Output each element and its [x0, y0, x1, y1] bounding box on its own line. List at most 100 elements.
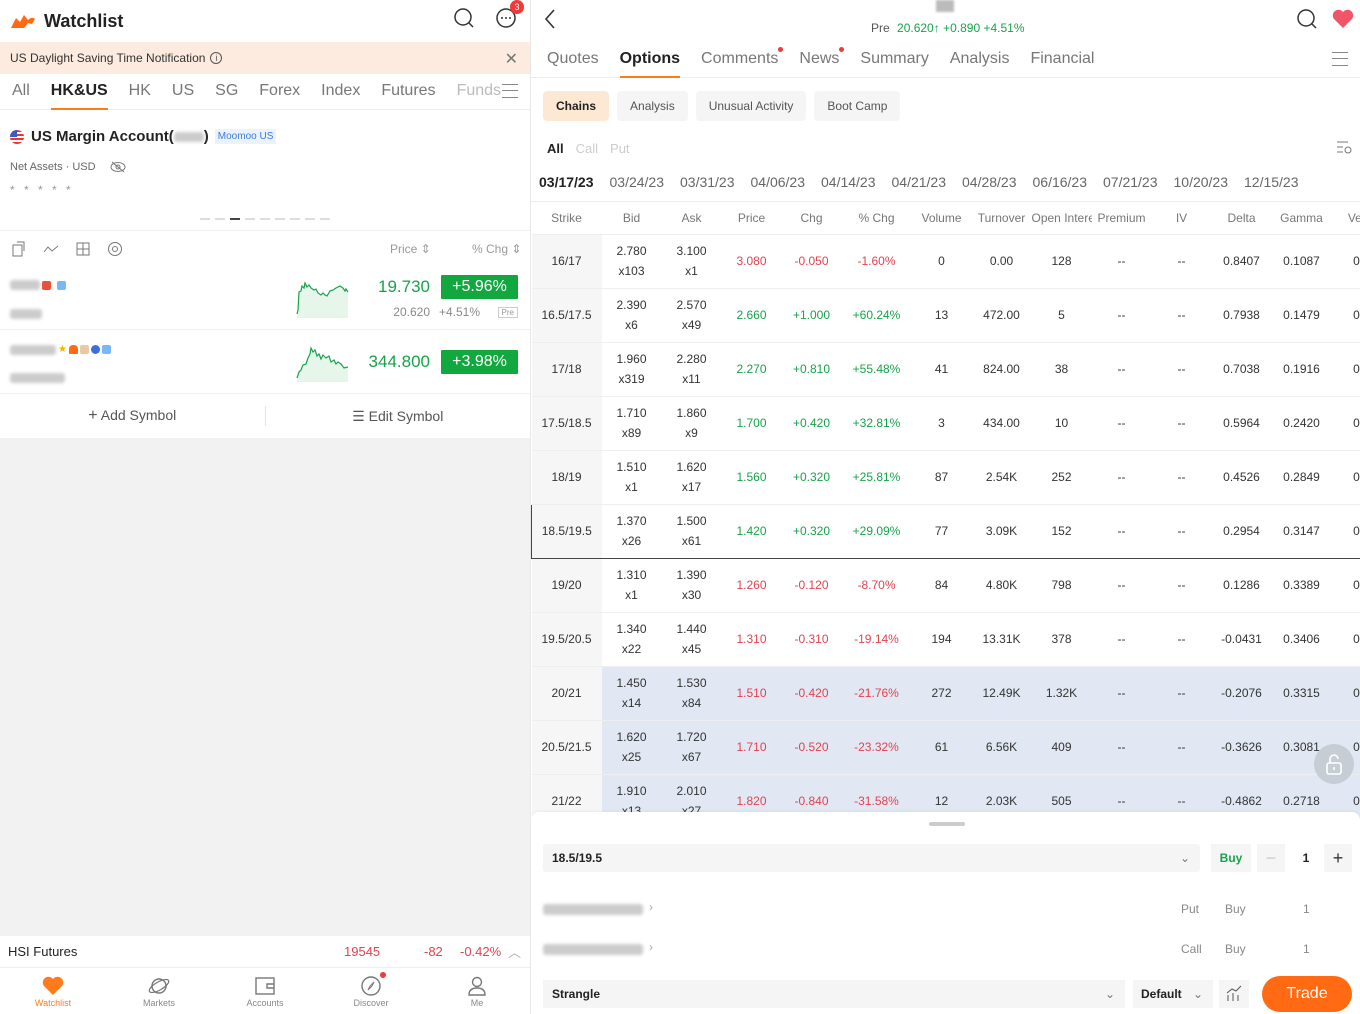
qty-decrement-button[interactable]: −: [1257, 844, 1285, 872]
hide-eye-icon[interactable]: [110, 161, 126, 173]
dst-notice-banner[interactable]: US Daylight Saving Time Notification i ✕: [0, 42, 530, 74]
option-row[interactable]: 18.5/19.5 1.370 x26 1.500 x61 1.420 +0.320 +29.…: [531, 503, 1360, 559]
column-header[interactable]: % Chg: [841, 202, 912, 235]
option-row[interactable]: 18/19 1.510 x1 1.620 x17 1.560 +0.320 +25.81% 87…: [531, 450, 1360, 505]
order-leg[interactable]: › Put Buy 1: [543, 900, 1349, 920]
lock-button[interactable]: [1314, 744, 1354, 784]
drag-handle[interactable]: [929, 822, 965, 826]
more-tabs-menu-icon[interactable]: [1332, 52, 1348, 66]
tab-us[interactable]: US: [172, 74, 194, 110]
filter-all[interactable]: All: [547, 141, 564, 156]
watchlist-row[interactable]: ★ 344.800 +3.98%: [0, 330, 530, 394]
tab-comments[interactable]: Comments: [701, 40, 784, 78]
column-header[interactable]: Strike: [531, 202, 602, 235]
tab-hk[interactable]: HK: [129, 74, 151, 110]
order-type-select[interactable]: Default ⌄: [1133, 980, 1213, 1008]
favorite-heart-icon[interactable]: [1332, 8, 1354, 30]
column-header[interactable]: Volume: [911, 202, 972, 235]
side-select[interactable]: Buy: [1211, 844, 1251, 872]
edit-symbol-button[interactable]: ☰ Edit Symbol: [266, 408, 531, 425]
strike-combo-select[interactable]: 18.5/19.5 ⌄: [543, 844, 1200, 872]
tab-options[interactable]: Options: [619, 40, 681, 78]
tab-futures[interactable]: Futures: [381, 74, 435, 110]
option-row[interactable]: 20/21 1.450 x14 1.530 x84 1.510 -0.420 -21.76% 2…: [531, 666, 1360, 721]
expiry-date-tab[interactable]: 03/17/23: [539, 174, 594, 190]
expiry-date-tab[interactable]: 03/24/23: [610, 174, 665, 190]
qty-increment-button[interactable]: +: [1324, 844, 1352, 872]
column-header[interactable]: Price: [721, 202, 782, 235]
search-button[interactable]: [452, 6, 476, 30]
tab-all[interactable]: All: [12, 74, 30, 110]
payoff-chart-button[interactable]: [1219, 980, 1249, 1008]
pill-boot-camp[interactable]: Boot Camp: [814, 91, 901, 121]
pill-chains[interactable]: Chains: [543, 91, 610, 121]
expiry-date-tab[interactable]: 04/21/23: [892, 174, 947, 190]
tab-sg[interactable]: SG: [215, 74, 238, 110]
strategy-select[interactable]: Strangle ⌄: [543, 980, 1125, 1008]
order-leg[interactable]: › Call Buy 1: [543, 940, 1349, 960]
option-row[interactable]: 20.5/21.5 1.620 x25 1.720 x67 1.710 -0.520 -23.…: [531, 720, 1360, 775]
account-card[interactable]: US Margin Account( ) Moomoo US Net Asset…: [0, 110, 530, 230]
column-header[interactable]: Vega: [1331, 202, 1360, 235]
option-row[interactable]: 19.5/20.5 1.340 x22 1.440 x45 1.310 -0.310 -19.…: [531, 612, 1360, 667]
pill-unusual-activity[interactable]: Unusual Activity: [695, 91, 807, 121]
column-header[interactable]: Bid: [601, 202, 662, 235]
qty-value[interactable]: 1: [1291, 844, 1321, 872]
expiry-date-tab[interactable]: 03/31/23: [680, 174, 735, 190]
trade-button[interactable]: Trade: [1262, 976, 1352, 1012]
option-row[interactable]: 16/17 2.780 x103 3.100 x1 3.080 -0.050 -1.60% 0 0…: [531, 234, 1360, 289]
option-row[interactable]: 19/20 1.310 x1 1.390 x30 1.260 -0.120 -8.70% 84 4…: [531, 558, 1360, 613]
copy-icon[interactable]: [10, 240, 28, 258]
tab-quotes[interactable]: Quotes: [547, 40, 599, 78]
expiry-date-tab[interactable]: 10/20/23: [1174, 174, 1229, 190]
tabbar-accounts[interactable]: Accounts: [212, 968, 318, 1014]
tab-funds[interactable]: Funds: [457, 74, 501, 110]
index-ticker-bar[interactable]: HSI Futures 19545 -82 -0.42% ︿: [0, 936, 530, 968]
column-header[interactable]: Open Interest: [1031, 202, 1092, 235]
filter-call[interactable]: Call: [576, 141, 598, 156]
expiry-date-tab[interactable]: 04/28/23: [962, 174, 1017, 190]
back-arrow-icon[interactable]: [543, 8, 557, 30]
column-header[interactable]: IV: [1151, 202, 1212, 235]
close-notice-button[interactable]: ✕: [505, 49, 518, 69]
expiry-date-tab[interactable]: 04/14/23: [821, 174, 876, 190]
column-header[interactable]: Turnover: [971, 202, 1032, 235]
option-row[interactable]: 16.5/17.5 2.390 x6 2.570 x49 2.660 +1.000 +60.2…: [531, 288, 1360, 343]
grid-view-icon[interactable]: [74, 240, 92, 258]
chevron-up-icon[interactable]: ︿: [508, 942, 521, 961]
tab-hk-us[interactable]: HK&US: [50, 74, 108, 110]
expiry-date-tab[interactable]: 04/06/23: [751, 174, 806, 190]
messages-button[interactable]: 3: [494, 0, 524, 30]
column-header[interactable]: Ask: [661, 202, 722, 235]
settings-gear-icon[interactable]: [106, 240, 124, 258]
column-header[interactable]: Chg: [781, 202, 842, 235]
option-row[interactable]: 17/18 1.960 x319 2.280 x11 2.270 +0.810 +55.48%…: [531, 342, 1360, 397]
sparkline-toggle-icon[interactable]: [42, 240, 60, 258]
expiry-date-tab[interactable]: 06/16/23: [1033, 174, 1088, 190]
pill-analysis[interactable]: Analysis: [617, 91, 688, 121]
column-header[interactable]: Premium: [1091, 202, 1152, 235]
option-row[interactable]: 17.5/18.5 1.710 x89 1.860 x9 1.700 +0.420 +32.8…: [531, 396, 1360, 451]
column-header[interactable]: Delta: [1211, 202, 1272, 235]
info-icon[interactable]: i: [210, 52, 223, 64]
tab-news[interactable]: News: [799, 40, 845, 78]
tab-forex[interactable]: Forex: [259, 74, 300, 110]
watchlist-row[interactable]: 19.730 +5.96% 20.620 +4.51% Pre: [0, 266, 530, 330]
tab-analysis[interactable]: Analysis: [950, 40, 1010, 78]
tabbar-markets[interactable]: Markets: [106, 968, 212, 1014]
tab-financial[interactable]: Financial: [1030, 40, 1094, 78]
column-settings-icon[interactable]: [1336, 140, 1352, 154]
tabbar-discover[interactable]: Discover: [318, 968, 424, 1014]
tabbar-watchlist[interactable]: Watchlist: [0, 968, 106, 1014]
tab-index[interactable]: Index: [321, 74, 360, 110]
expiry-date-tab[interactable]: 07/21/23: [1103, 174, 1158, 190]
search-icon[interactable]: [1296, 8, 1318, 30]
add-symbol-button[interactable]: + Add Symbol: [0, 407, 265, 425]
tabs-menu-icon[interactable]: [502, 84, 518, 98]
sort-price[interactable]: Price ⇕: [390, 242, 431, 256]
expiry-date-tab[interactable]: 12/15/23: [1244, 174, 1299, 190]
tab-summary[interactable]: Summary: [860, 40, 928, 78]
column-header[interactable]: Gamma: [1271, 202, 1332, 235]
tabbar-me[interactable]: Me: [424, 968, 530, 1014]
filter-put[interactable]: Put: [610, 141, 630, 156]
